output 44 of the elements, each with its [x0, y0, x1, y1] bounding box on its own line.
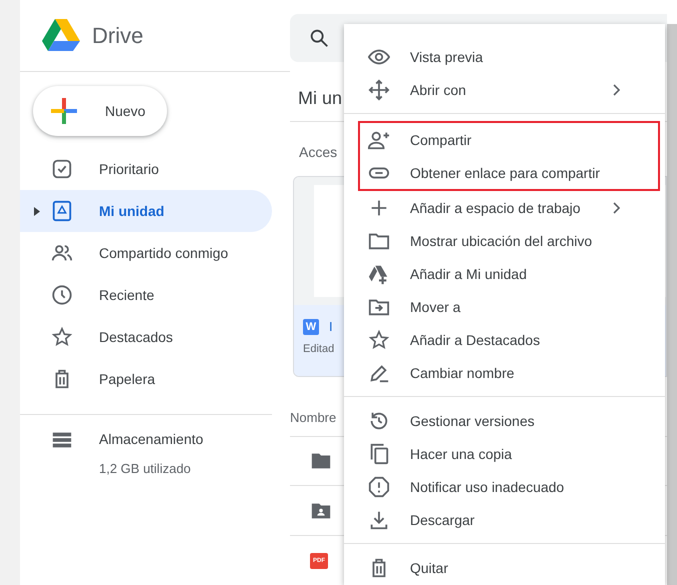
- menu-item[interactable]: Descargar: [344, 503, 665, 536]
- plus-icon: [51, 98, 77, 124]
- chevron-icon: [612, 202, 620, 214]
- sidebar-item[interactable]: Mi unidad: [20, 190, 272, 232]
- menu-item[interactable]: Notificar uso inadecuado: [344, 470, 665, 503]
- menu-item[interactable]: Añadir a Mi unidad: [344, 257, 665, 290]
- clock-icon: [50, 284, 72, 306]
- file-subtitle: Editad: [303, 342, 334, 355]
- drive-logo-icon: [42, 18, 80, 52]
- warning-icon: [368, 476, 390, 498]
- menu-item[interactable]: Añadir a espacio de trabajo: [344, 191, 665, 224]
- new-button[interactable]: Nuevo: [33, 86, 167, 136]
- section-heading: Acces: [299, 144, 338, 160]
- menu-item[interactable]: Abrir con: [344, 73, 665, 106]
- star-icon: [50, 326, 72, 348]
- sidebar-item[interactable]: Reciente: [20, 274, 272, 316]
- word-icon: W: [303, 318, 319, 335]
- scrollbar[interactable]: [667, 24, 677, 585]
- star-icon: [368, 328, 390, 350]
- page-title: Mi un: [298, 88, 342, 109]
- menu-item[interactable]: Compartir: [360, 123, 658, 156]
- storage-label[interactable]: Almacenamiento: [99, 431, 204, 447]
- file-name: I: [329, 319, 333, 334]
- chevron-icon: [612, 84, 620, 96]
- menu-item[interactable]: Mostrar ubicación del archivo: [344, 224, 665, 257]
- copy-icon: [368, 442, 390, 464]
- menu-item[interactable]: Gestionar versiones: [344, 404, 665, 437]
- menu-item[interactable]: Obtener enlace para compartir: [360, 156, 658, 189]
- sidebar-item[interactable]: Destacados: [20, 316, 272, 358]
- storage-usage: 1,2 GB utilizado: [99, 461, 192, 476]
- move-arrows-icon: [368, 78, 390, 100]
- checkbox-icon: [50, 158, 72, 180]
- menu-item[interactable]: Vista previa: [344, 40, 665, 73]
- menu-item[interactable]: Hacer una copia: [344, 437, 665, 470]
- app-name: Drive: [92, 22, 144, 48]
- sidebar-item[interactable]: Compartido conmigo: [20, 232, 272, 274]
- sidebar-item[interactable]: Prioritario: [20, 148, 272, 190]
- sidebar-item[interactable]: Papelera: [20, 358, 272, 400]
- menu-item[interactable]: Cambiar nombre: [344, 356, 665, 389]
- menu-item[interactable]: Mover a: [344, 290, 665, 323]
- drive-folder-icon: [50, 200, 72, 222]
- menu-item[interactable]: Quitar: [344, 551, 665, 584]
- caret-icon: [34, 207, 40, 216]
- menu-item[interactable]: Añadir a Destacados: [344, 323, 665, 356]
